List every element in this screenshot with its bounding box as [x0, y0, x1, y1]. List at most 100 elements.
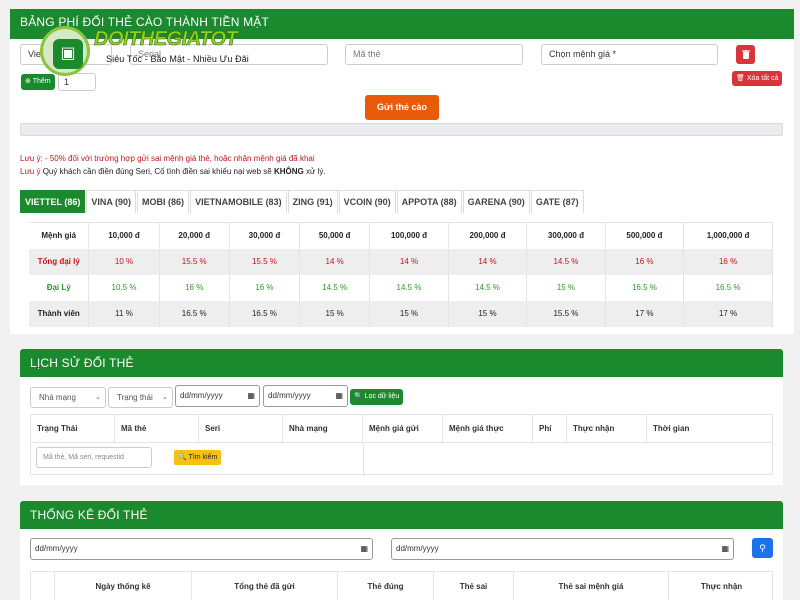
calendar-icon: ▦ [247, 391, 255, 400]
table-cell: 14 % [448, 248, 528, 275]
date-from-input[interactable]: dd/mm/yyyy ▦ [175, 385, 260, 407]
search-icon: 🔍 [178, 454, 187, 461]
note-label: Lưu ý [20, 167, 41, 176]
card-code-input[interactable]: Mã thẻ [345, 44, 523, 65]
table-cell: 10 % [88, 248, 160, 275]
history-search-input[interactable]: Mã thẻ, Mã seri, requestid [36, 447, 152, 468]
history-search-button[interactable]: 🔍 Tìm kiếm [174, 450, 222, 465]
table-cell: 16 % [683, 248, 773, 275]
page-root: BẢNG PHÍ ĐỔI THẺ CÀO THÀNH TIỀN MẶT Viet… [0, 0, 800, 600]
table-row: Thành viên 11 % 16.5 % 16.5 % 15 % 15 % … [29, 300, 773, 327]
table-header: Ngày thống kê [55, 572, 192, 600]
table-cell: 10.5 % [88, 274, 160, 301]
plus-icon: ⊕ [25, 78, 31, 85]
table-cell: 15.5 % [526, 300, 606, 327]
logo-brand-text: DOITHEGIATOT [94, 28, 238, 51]
table-cell: 11 % [88, 300, 160, 327]
table-cell: 15 % [299, 300, 371, 327]
network-select-value: Nhà mạng [39, 393, 76, 402]
delete-row-button[interactable] [736, 45, 755, 64]
row-label: Thành viên [29, 300, 90, 327]
table-cell: 16 % [605, 248, 685, 275]
tab-gate[interactable]: GATE (87) [530, 190, 584, 213]
table-header: Thời gian [653, 424, 690, 433]
table-header: Thẻ đúng [338, 572, 434, 600]
network-select[interactable]: Nhà mạng ⌄ [30, 387, 106, 408]
table-header: 500,000 đ [605, 222, 685, 249]
tab-vina[interactable]: VINA (90) [86, 190, 137, 213]
submit-card-button[interactable]: Gửi thẻ cào [365, 95, 439, 120]
tab-mobi[interactable]: MOBI (86) [137, 190, 190, 213]
filter-label: Lọc dữ liệu [364, 393, 400, 400]
table-divider [363, 442, 364, 476]
row-label: Tổng đại lý [29, 248, 90, 275]
table-cell: 14.5 % [299, 274, 371, 301]
table-header: Nhà mạng [283, 415, 363, 442]
table-header: Trạng Thái [31, 415, 115, 442]
chevron-down-icon: ⌄ [162, 394, 168, 401]
history-card-title: LỊCH SỬ ĐỔI THẺ [20, 349, 783, 377]
note-text: : - 50% đối với trường hợp gửi sai mệnh … [40, 154, 315, 163]
status-select[interactable]: Trạng thái ⌄ [108, 387, 173, 408]
progress-bar [20, 123, 783, 136]
table-cell: 16.5 % [683, 274, 773, 301]
table-cell: 15 % [369, 300, 449, 327]
table-header: Thẻ sai mệnh giá [514, 572, 669, 600]
table-cell: 15 % [526, 274, 606, 301]
delete-all-button[interactable]: 🗑 Xóa tất cả [732, 71, 783, 86]
history-card: LỊCH SỬ ĐỔI THẺ Nhà mạng ⌄ Trạng thái ⌄ … [20, 349, 783, 485]
table-header: Mã thẻ [115, 415, 199, 442]
table-cell: 15.5 % [159, 248, 230, 275]
note-line-2: Lưu ý Quý khách cần điền đúng Seri, Cố t… [20, 167, 326, 176]
table-header: Mệnh giá thực [443, 415, 533, 442]
tab-viettel[interactable]: VIETTEL (86) [20, 190, 86, 213]
table-header: 20,000 đ [159, 222, 230, 249]
table-header: Thẻ sai [434, 572, 514, 600]
table-cell: 14.5 % [448, 274, 528, 301]
stats-date-from-input[interactable]: dd/mm/yyyy ▦ [30, 538, 373, 560]
tab-vietnamobile[interactable]: VIETNAMOBILE (83) [190, 190, 287, 213]
stats-date-to-input[interactable]: dd/mm/yyyy ▦ [391, 538, 734, 560]
table-row: Đại Lý 10.5 % 16 % 16 % 14.5 % 14.5 % 14… [29, 274, 773, 301]
table-cell: 16 % [229, 274, 301, 301]
amount-select[interactable]: Chọn mệnh giá * [541, 44, 718, 65]
tab-garena[interactable]: GARENA (90) [462, 190, 530, 213]
tab-appota[interactable]: APPOTA (88) [396, 190, 462, 213]
note-text-after: xử lý. [303, 167, 326, 176]
table-header: 30,000 đ [229, 222, 301, 249]
stats-search-button[interactable]: ⚲ [752, 538, 773, 558]
brand-logo[interactable]: ▣ DOITHEGIATOT Siêu Tốc - Bảo Mật - Nhiề… [38, 24, 258, 80]
table-cell: 14 % [299, 248, 371, 275]
tab-vcoin[interactable]: VCOIN (90) [338, 190, 396, 213]
rate-table: Mệnh giá 10,000 đ 20,000 đ 30,000 đ 50,0… [29, 222, 773, 327]
table-header: Tổng thẻ đã gửi [192, 572, 338, 600]
status-select-value: Trạng thái [117, 393, 153, 402]
table-cell: 16.5 % [605, 274, 685, 301]
table-header: 50,000 đ [299, 222, 371, 249]
calendar-icon: ▦ [335, 391, 343, 400]
table-row: Tổng đại lý 10 % 15.5 % 15.5 % 14 % 14 %… [29, 248, 773, 275]
tab-zing[interactable]: ZING (91) [287, 190, 338, 213]
note-strong: KHÔNG [273, 167, 304, 176]
calendar-icon: ▦ [721, 544, 729, 553]
table-cell: 17 % [605, 300, 685, 327]
row-label: Đại Lý [29, 274, 90, 301]
filter-button[interactable]: 🔍 Lọc dữ liệu [350, 389, 404, 405]
table-header: Seri [199, 415, 283, 442]
table-cell: 14 % [369, 248, 449, 275]
table-cell: 16.5 % [229, 300, 301, 327]
stats-date-from-value: dd/mm/yyyy [35, 544, 78, 553]
table-header: 10,000 đ [88, 222, 160, 249]
table-header: Thực nhận [700, 582, 743, 591]
stats-date-to-value: dd/mm/yyyy [396, 544, 439, 553]
table-cell: 16.5 % [159, 300, 230, 327]
rate-header-row: Mệnh giá 10,000 đ 20,000 đ 30,000 đ 50,0… [29, 222, 773, 249]
date-to-input[interactable]: dd/mm/yyyy ▦ [263, 385, 348, 407]
table-header: Phí [533, 415, 567, 442]
table-cell: 14.5 % [526, 248, 606, 275]
note-text: Quý khách cần điền đúng Seri, Cố tình đi… [40, 167, 274, 176]
chevron-down-icon: ⌄ [95, 394, 101, 401]
trash-icon: 🗑 [736, 75, 745, 82]
table-cell: 17 % [683, 300, 773, 327]
delete-all-label: Xóa tất cả [746, 75, 779, 82]
